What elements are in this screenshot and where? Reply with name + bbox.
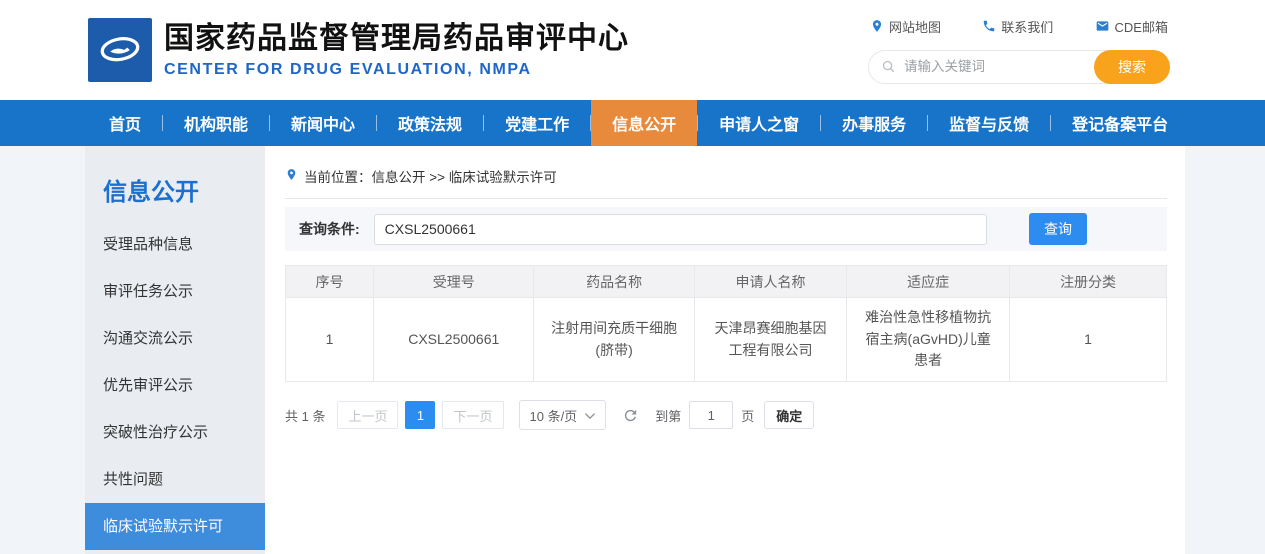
sidebar-item-0[interactable]: 受理品种信息: [85, 221, 265, 268]
breadcrumb: 当前位置：信息公开 >> 临床试验默示许可: [285, 162, 1167, 199]
breadcrumb-text: 当前位置：信息公开 >> 临床试验默示许可: [304, 166, 557, 186]
sidebar-title: 信息公开: [85, 166, 265, 221]
sidebar-item-7[interactable]: 上市药品信息: [85, 550, 265, 554]
results-table-body: 1CXSL2500661注射用间充质干细胞(脐带)天津昂赛细胞基因工程有限公司难…: [286, 298, 1167, 382]
sitemap-link[interactable]: 网站地图: [870, 17, 941, 36]
column-header: 注册分类: [1010, 266, 1167, 298]
table-cell: 天津昂赛细胞基因工程有限公司: [694, 298, 846, 382]
site-title: 国家药品监督管理局药品审评中心: [164, 21, 629, 57]
header-search: 搜索: [868, 50, 1170, 84]
cde-logo-icon: [88, 18, 152, 82]
content-container: 信息公开 受理品种信息审评任务公示沟通交流公示优先审评公示突破性治疗公示共性问题…: [85, 146, 1185, 554]
column-header: 受理号: [374, 266, 534, 298]
phone-icon: [982, 19, 996, 33]
page-size-value: 10 条/页: [530, 406, 578, 425]
refresh-icon[interactable]: [622, 407, 639, 424]
pagination: 共 1 条 上一页 1 下一页 10 条/页 到第 页 确定: [285, 400, 1167, 430]
mail-icon: [1095, 19, 1110, 33]
nav-item-3[interactable]: 政策法规: [377, 100, 483, 146]
table-cell: 注射用间充质干细胞(脐带): [534, 298, 694, 382]
column-header: 序号: [286, 266, 374, 298]
sidebar-item-4[interactable]: 突破性治疗公示: [85, 409, 265, 456]
query-bar: 查询条件: 查询: [285, 207, 1167, 251]
nav-item-5[interactable]: 信息公开: [591, 100, 697, 146]
column-header: 申请人名称: [694, 266, 846, 298]
nav-item-9[interactable]: 登记备案平台: [1051, 100, 1189, 146]
page-unit-label: 页: [741, 406, 754, 425]
confirm-button[interactable]: 确定: [764, 401, 814, 429]
search-input[interactable]: [904, 59, 1089, 74]
map-pin-icon: [870, 19, 884, 33]
nav-item-7[interactable]: 办事服务: [821, 100, 927, 146]
quick-links: 网站地图 联系我们 CDE邮箱: [868, 17, 1170, 36]
contact-link-label: 联系我们: [1001, 17, 1053, 36]
page-body: 信息公开 受理品种信息审评任务公示沟通交流公示优先审评公示突破性治疗公示共性问题…: [0, 146, 1265, 554]
main-content: 当前位置：信息公开 >> 临床试验默示许可 查询条件: 查询 序号受理号药品名称…: [265, 146, 1185, 554]
table-cell: 1: [286, 298, 374, 382]
query-label: 查询条件:: [299, 219, 360, 239]
query-input[interactable]: [374, 214, 987, 245]
search-button[interactable]: 搜索: [1094, 50, 1170, 84]
sidebar-menu: 受理品种信息审评任务公示沟通交流公示优先审评公示突破性治疗公示共性问题临床试验默…: [85, 221, 265, 554]
sidebar-item-5[interactable]: 共性问题: [85, 456, 265, 503]
results-table: 序号受理号药品名称申请人名称适应症注册分类 1CXSL2500661注射用间充质…: [285, 265, 1167, 382]
table-row: 1CXSL2500661注射用间充质干细胞(脐带)天津昂赛细胞基因工程有限公司难…: [286, 298, 1167, 382]
results-table-head-row: 序号受理号药品名称申请人名称适应症注册分类: [286, 266, 1167, 298]
contact-link[interactable]: 联系我们: [982, 17, 1053, 36]
nav-item-8[interactable]: 监督与反馈: [928, 100, 1050, 146]
goto-page-input[interactable]: [689, 401, 733, 429]
sidebar-item-2[interactable]: 沟通交流公示: [85, 315, 265, 362]
goto-page-label: 到第: [655, 406, 681, 425]
nav-item-1[interactable]: 机构职能: [163, 100, 269, 146]
sidebar-item-1[interactable]: 审评任务公示: [85, 268, 265, 315]
mailbox-link-label: CDE邮箱: [1115, 17, 1168, 36]
page-number-button[interactable]: 1: [405, 401, 435, 429]
sidebar: 信息公开 受理品种信息审评任务公示沟通交流公示优先审评公示突破性治疗公示共性问题…: [85, 146, 265, 554]
column-header: 适应症: [847, 266, 1010, 298]
sidebar-item-3[interactable]: 优先审评公示: [85, 362, 265, 409]
mailbox-link[interactable]: CDE邮箱: [1095, 17, 1168, 36]
brand: 国家药品监督管理局药品审评中心 CENTER FOR DRUG EVALUATI…: [88, 18, 629, 82]
pagination-total: 共 1 条: [285, 406, 325, 425]
next-page-button[interactable]: 下一页: [442, 401, 503, 429]
query-button[interactable]: 查询: [1029, 213, 1087, 245]
table-cell: 难治性急性移植物抗宿主病(aGvHD)儿童患者: [847, 298, 1010, 382]
header-right: 网站地图 联系我们 CDE邮箱 搜索: [868, 17, 1170, 84]
main-nav: 首页机构职能新闻中心政策法规党建工作信息公开申请人之窗办事服务监督与反馈登记备案…: [0, 100, 1265, 146]
nav-item-0[interactable]: 首页: [88, 100, 162, 146]
table-cell: CXSL2500661: [374, 298, 534, 382]
column-header: 药品名称: [534, 266, 694, 298]
site-header: 国家药品监督管理局药品审评中心 CENTER FOR DRUG EVALUATI…: [0, 0, 1265, 100]
site-titles: 国家药品监督管理局药品审评中心 CENTER FOR DRUG EVALUATI…: [164, 21, 629, 79]
nav-item-2[interactable]: 新闻中心: [270, 100, 376, 146]
nav-item-6[interactable]: 申请人之窗: [698, 100, 820, 146]
location-pin-icon: [285, 167, 298, 185]
search-icon: [881, 59, 896, 74]
chevron-down-icon: [585, 408, 595, 423]
nav-item-4[interactable]: 党建工作: [484, 100, 590, 146]
sitemap-link-label: 网站地图: [889, 17, 941, 36]
site-subtitle: CENTER FOR DRUG EVALUATION, NMPA: [164, 61, 629, 79]
prev-page-button[interactable]: 上一页: [337, 401, 398, 429]
table-cell: 1: [1010, 298, 1167, 382]
sidebar-item-6[interactable]: 临床试验默示许可: [85, 503, 265, 550]
page-size-select[interactable]: 10 条/页: [519, 400, 607, 430]
